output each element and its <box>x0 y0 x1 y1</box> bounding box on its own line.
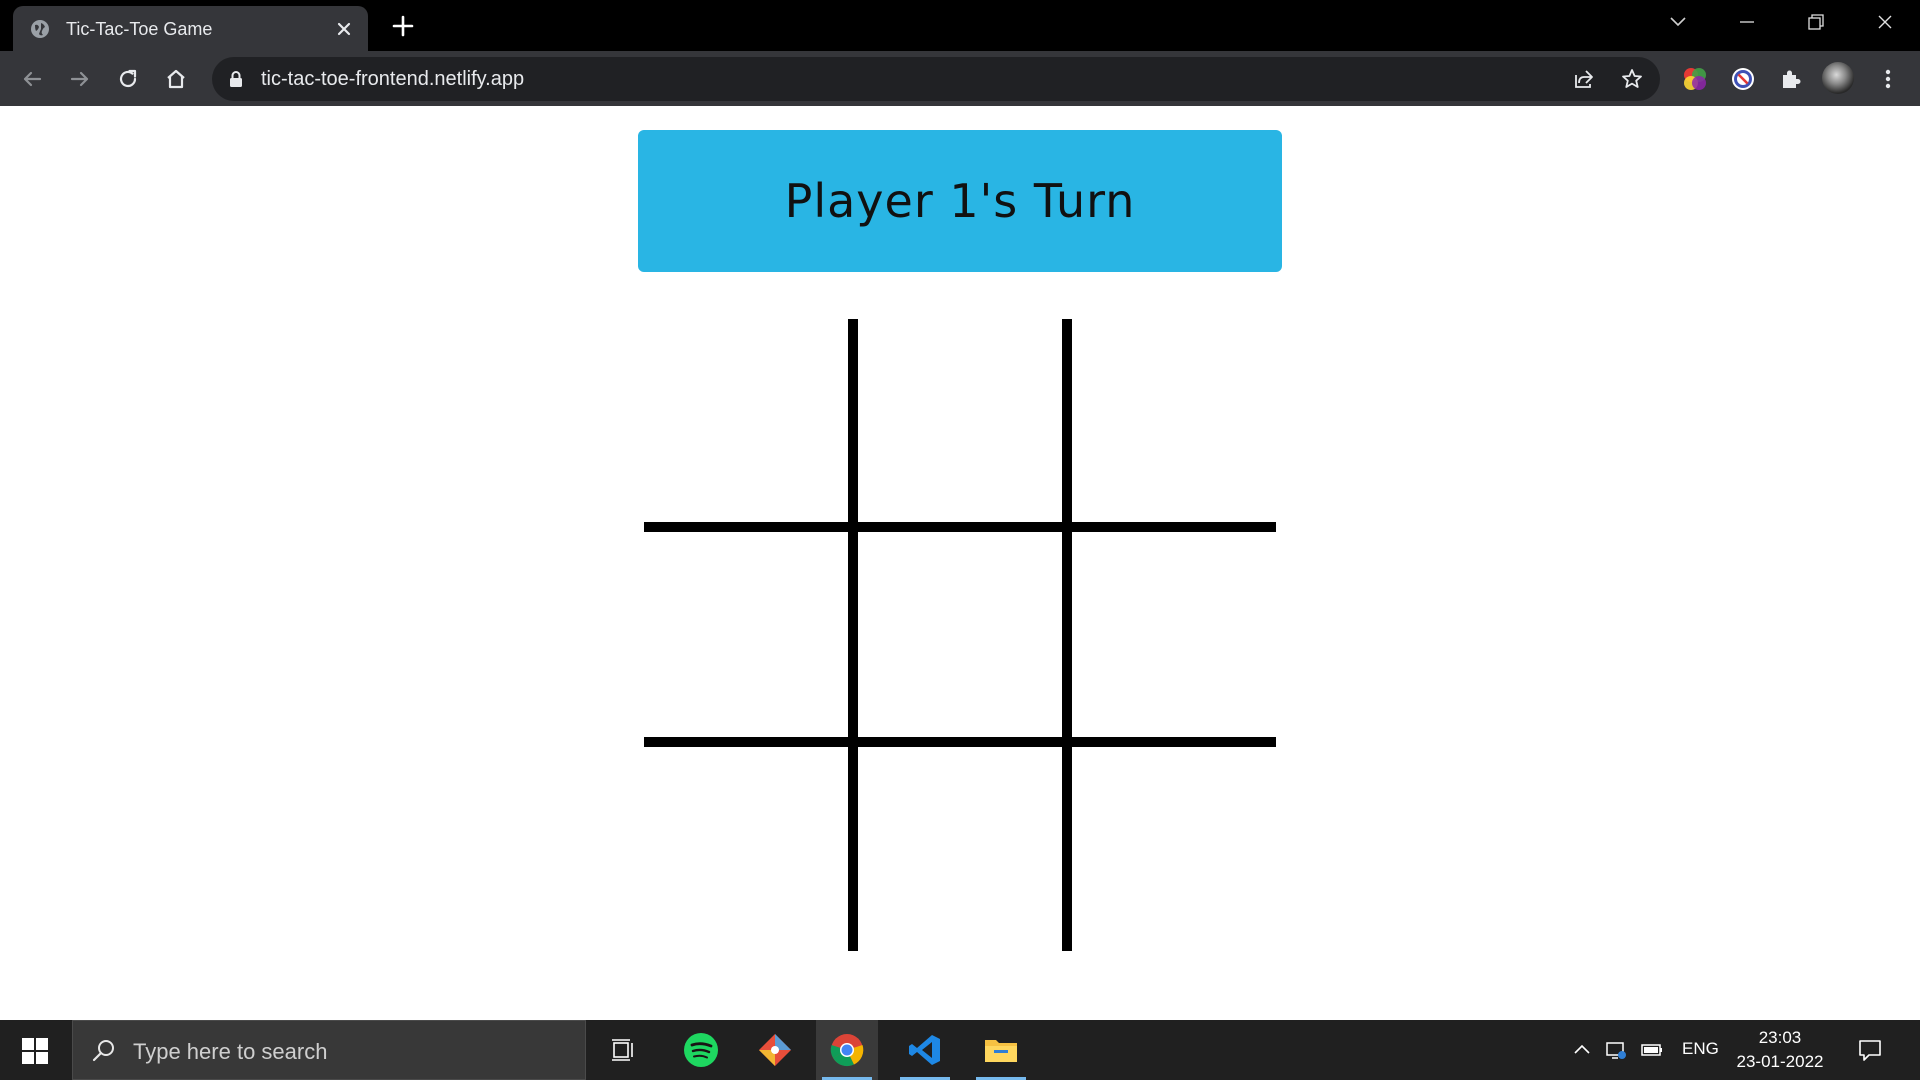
profile-avatar[interactable] <box>1822 62 1854 94</box>
network-icon[interactable] <box>1604 1038 1628 1062</box>
clock[interactable]: 23:03 23-01-2022 <box>1734 1026 1826 1074</box>
close-window-icon[interactable] <box>1865 8 1905 36</box>
search-icon <box>92 1040 114 1062</box>
page-content: Player 1's Turn <box>0 106 1920 1020</box>
board-cell-3-2[interactable] <box>855 740 1066 951</box>
close-tab-icon[interactable] <box>334 19 354 39</box>
extensions-puzzle-icon[interactable] <box>1776 64 1806 94</box>
file-explorer-icon[interactable] <box>970 1020 1032 1080</box>
board-cell-1-3[interactable] <box>1065 319 1276 530</box>
home-icon[interactable] <box>162 65 190 93</box>
taskbar-search-box[interactable]: Type here to search <box>72 1020 586 1080</box>
board-cell-1-1[interactable] <box>644 319 855 530</box>
board-cell-2-2[interactable] <box>855 530 1066 741</box>
board-cell-3-1[interactable] <box>644 740 855 951</box>
browser-tab[interactable]: Tic-Tac-Toe Game <box>13 6 368 51</box>
windows-logo-icon <box>22 1038 48 1064</box>
globe-icon <box>31 20 49 38</box>
spotify-glyph <box>684 1033 718 1067</box>
chrome-glyph <box>830 1034 864 1067</box>
notification-icon[interactable] <box>1856 1036 1884 1064</box>
turn-text: Player 1's Turn <box>784 174 1136 228</box>
lock-icon[interactable] <box>228 70 244 88</box>
back-arrow-icon[interactable] <box>18 65 46 93</box>
color-picker-extension-icon[interactable] <box>1680 64 1710 94</box>
chrome-icon[interactable] <box>816 1020 878 1080</box>
browser-toolbar: tic-tac-toe-frontend.netlify.app <box>0 51 1920 106</box>
browser-tab-strip: Tic-Tac-Toe Game <box>0 0 1920 51</box>
bookmark-star-icon[interactable] <box>1620 67 1644 91</box>
reload-icon[interactable] <box>114 65 142 93</box>
start-button[interactable] <box>0 1020 72 1080</box>
vscode-icon[interactable] <box>894 1020 956 1080</box>
search-placeholder: Type here to search <box>133 1039 328 1064</box>
spotify-icon[interactable] <box>670 1020 732 1080</box>
new-tab-icon[interactable] <box>390 13 416 39</box>
windows-taskbar: Type here to search ENG 23:03 23-01-2022 <box>0 1020 1920 1080</box>
tab-title: Tic-Tac-Toe Game <box>66 19 213 39</box>
grid-line-horizontal-1 <box>644 522 1276 532</box>
blocker-extension-icon[interactable] <box>1728 64 1758 94</box>
address-bar[interactable]: tic-tac-toe-frontend.netlify.app <box>212 57 1660 101</box>
turn-banner: Player 1's Turn <box>638 130 1282 272</box>
share-icon[interactable] <box>1572 67 1596 91</box>
git-icon[interactable] <box>744 1020 806 1080</box>
forward-arrow-icon[interactable] <box>66 65 94 93</box>
tab-search-icon[interactable] <box>1658 8 1698 36</box>
clock-time: 23:03 <box>1758 1028 1802 1047</box>
chevron-up-icon[interactable] <box>1570 1038 1594 1062</box>
grid-line-horizontal-2 <box>644 737 1276 747</box>
restore-icon[interactable] <box>1796 8 1836 36</box>
git-client-glyph <box>759 1034 791 1066</box>
battery-icon[interactable] <box>1640 1038 1664 1062</box>
vscode-glyph <box>909 1035 940 1065</box>
menu-kebab-icon[interactable] <box>1874 65 1902 93</box>
grid-line-vertical-1 <box>848 319 858 951</box>
url-text: tic-tac-toe-frontend.netlify.app <box>261 68 525 90</box>
board-cell-3-3[interactable] <box>1065 740 1276 951</box>
clock-date: 23-01-2022 <box>1736 1052 1824 1071</box>
board-cell-2-3[interactable] <box>1065 530 1276 741</box>
board-cell-1-2[interactable] <box>855 319 1066 530</box>
folder-glyph <box>985 1040 1017 1062</box>
board-cell-2-1[interactable] <box>644 530 855 741</box>
game-board <box>644 319 1276 951</box>
task-view-icon[interactable] <box>592 1020 654 1080</box>
language-indicator[interactable]: ENG <box>1682 1039 1719 1059</box>
grid-line-vertical-2 <box>1062 319 1072 951</box>
task-view-glyph <box>612 1039 633 1061</box>
minimize-icon[interactable] <box>1727 8 1767 36</box>
